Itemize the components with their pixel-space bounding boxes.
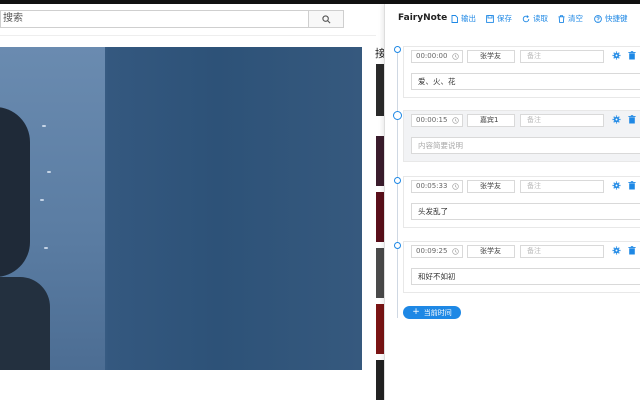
note-speaker-input[interactable]: 张学友 [467, 245, 515, 258]
toolbar-load-label: 读取 [533, 14, 548, 23]
timeline-dot [393, 111, 402, 120]
note-time-input[interactable]: 00:09:25 [411, 245, 463, 258]
gear-icon[interactable] [612, 181, 621, 190]
reload-icon [522, 14, 530, 22]
screen: 搜索 接 FairyNote 输出 保存 读取 清空 快捷键 00:00:00 … [0, 0, 640, 400]
note-speaker-input[interactable]: 嘉宾1 [467, 114, 515, 127]
note-content-input[interactable]: 内容简要说明 [411, 137, 640, 154]
gear-icon[interactable] [612, 246, 621, 255]
delete-icon[interactable] [628, 181, 636, 190]
note-card: 00:05:33 张学友 备注头发乱了 [403, 176, 640, 228]
video-highlight [44, 247, 48, 249]
fairynote-panel: FairyNote 输出 保存 读取 清空 快捷键 00:00:00 张学友 备… [384, 4, 640, 400]
video-highlight [42, 125, 46, 127]
note-remark-input[interactable]: 备注 [520, 114, 604, 127]
note-time-value: 00:00:00 [416, 52, 448, 60]
timeline-dot [394, 177, 401, 184]
search-button[interactable] [308, 10, 344, 28]
note-card: 00:00:00 张学友 备注爱、火、花 [403, 46, 640, 98]
note-content-input[interactable]: 爱、火、花 [411, 73, 640, 90]
note-remark-input[interactable]: 备注 [520, 180, 604, 193]
add-current-time-label: 当前时间 [423, 308, 452, 317]
toolbar-export-button[interactable]: 输出 [451, 13, 476, 24]
video-highlight [47, 171, 51, 173]
search-input[interactable]: 搜索 [0, 10, 309, 28]
add-current-time-button[interactable]: + 当前时间 [403, 306, 461, 319]
video-player[interactable] [0, 47, 362, 370]
note-remark-input[interactable]: 备注 [520, 50, 604, 63]
clock-icon [452, 248, 459, 255]
clock-icon [452, 53, 459, 60]
toolbar-load-button[interactable]: 读取 [522, 13, 548, 24]
search-icon [321, 14, 330, 23]
header-divider [0, 35, 376, 36]
clock-icon [452, 183, 459, 190]
video-figure [0, 107, 30, 277]
video-highlight [40, 199, 44, 201]
trash-icon [558, 14, 565, 23]
note-content-input[interactable]: 头发乱了 [411, 203, 640, 220]
toolbar-clear-button[interactable]: 清空 [558, 13, 583, 24]
save-icon [486, 14, 494, 23]
toolbar-export-label: 输出 [461, 14, 476, 23]
timeline-dot [394, 242, 401, 249]
toolbar-save-button[interactable]: 保存 [486, 13, 512, 24]
note-speaker-input[interactable]: 张学友 [467, 180, 515, 193]
toolbar-save-label: 保存 [497, 14, 512, 23]
note-remark-input[interactable]: 备注 [520, 245, 604, 258]
delete-icon[interactable] [628, 115, 636, 124]
note-time-value: 00:05:33 [416, 182, 448, 190]
delete-icon[interactable] [628, 51, 636, 60]
note-time-input[interactable]: 00:00:00 [411, 50, 463, 63]
toolbar-clear-label: 清空 [568, 14, 583, 23]
toolbar-shortcuts-label: 快捷键 [605, 14, 628, 23]
panel-brand: FairyNote [398, 13, 448, 23]
clock-icon [452, 117, 459, 124]
note-time-input[interactable]: 00:00:15 [411, 114, 463, 127]
video-figure-body [0, 277, 50, 370]
note-card: 00:09:25 张学友 备注和好不如初 [403, 241, 640, 293]
note-card: 00:00:15 嘉宾1 备注内容简要说明 [403, 110, 640, 162]
note-time-input[interactable]: 00:05:33 [411, 180, 463, 193]
note-time-value: 00:09:25 [416, 247, 448, 255]
note-speaker-input[interactable]: 张学友 [467, 50, 515, 63]
timeline-dot [394, 46, 401, 53]
plus-icon: + [412, 307, 420, 317]
delete-icon[interactable] [628, 246, 636, 255]
gear-icon[interactable] [612, 51, 621, 60]
file-export-icon [451, 14, 458, 23]
gear-icon[interactable] [612, 115, 621, 124]
help-icon [594, 14, 602, 23]
toolbar-shortcuts-button[interactable]: 快捷键 [594, 13, 628, 24]
note-content-input[interactable]: 和好不如初 [411, 268, 640, 285]
note-time-value: 00:00:15 [416, 116, 448, 124]
